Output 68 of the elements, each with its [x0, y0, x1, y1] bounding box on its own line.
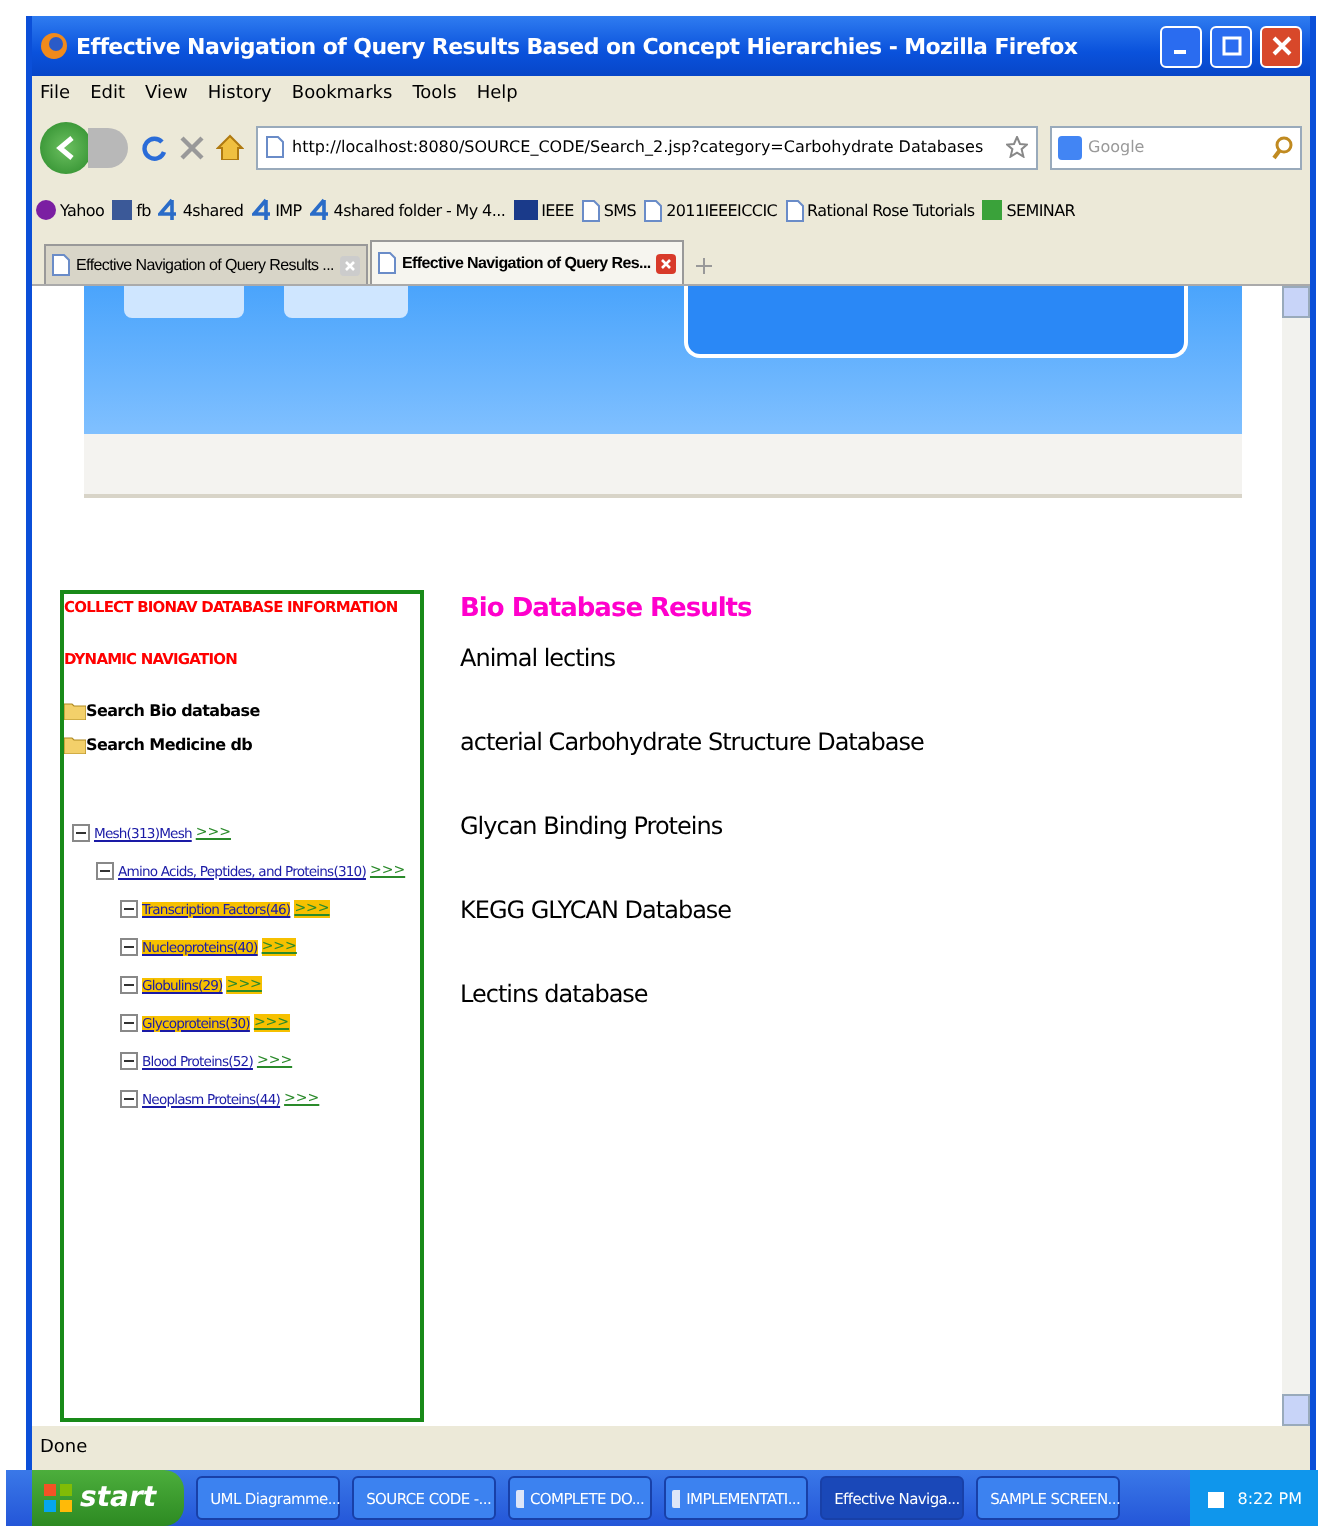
page-icon — [581, 199, 600, 221]
home-icon[interactable] — [216, 134, 244, 160]
url-text: http://localhost:8080/SOURCE_CODE/Search_2.jsp?category=Carbohydrate Databases — [292, 138, 986, 156]
star-icon[interactable] — [1006, 136, 1028, 158]
minimize-button[interactable] — [1160, 25, 1202, 67]
page-icon — [266, 136, 284, 158]
window-title: Effective Navigation of Query Results Based on Concept Hierarchies - Mozilla Firefox — [76, 33, 1080, 59]
result-item[interactable]: Glycan Binding Proteins — [460, 812, 723, 840]
window-icon — [672, 1489, 681, 1507]
result-item[interactable]: Animal lectins — [460, 644, 616, 672]
bookmark-link[interactable]: IMP — [275, 201, 302, 219]
maximize-icon — [1221, 36, 1241, 56]
menu-item[interactable]: Help — [476, 83, 518, 103]
bookmark-link[interactable]: 2011IEEEICCIC — [666, 201, 778, 219]
page-icon — [644, 199, 663, 221]
four-icon — [309, 198, 330, 222]
folder-link[interactable]: Search Medicine db — [86, 736, 253, 754]
menu-item[interactable]: Edit — [90, 83, 125, 103]
browser-icon — [40, 32, 68, 60]
page-icon — [785, 199, 804, 221]
four-icon — [251, 198, 272, 222]
four-icon — [158, 198, 179, 222]
bookmark-link[interactable]: fb — [136, 201, 151, 219]
bookmark-link[interactable]: Yahoo — [60, 201, 105, 219]
bookmark-link[interactable]: 4shared folder - My 4... — [333, 201, 506, 219]
menu-item[interactable]: Tools — [412, 83, 457, 103]
folder-icon — [64, 736, 86, 754]
close-icon[interactable] — [656, 253, 677, 273]
stop-icon[interactable] — [180, 135, 204, 159]
close-icon — [1271, 36, 1291, 56]
menu-item[interactable]: View — [145, 83, 188, 103]
collapse-icon[interactable] — [120, 938, 138, 956]
folder-link[interactable]: Search Bio database — [86, 702, 260, 720]
browser-tab[interactable]: Effective Navigation of Query Results ... — [44, 244, 368, 284]
back-button[interactable] — [40, 121, 92, 173]
page-icon — [52, 254, 70, 276]
bookmark-link[interactable]: IEEE — [541, 201, 574, 219]
clock: 8:22 PM — [1237, 1489, 1302, 1507]
collapse-icon[interactable] — [96, 862, 114, 880]
search-icon[interactable] — [1272, 135, 1294, 159]
browser-tab[interactable]: Effective Navigation of Query Res... — [369, 240, 685, 284]
page-icon — [377, 252, 396, 274]
start-button[interactable]: start — [32, 1470, 185, 1526]
result-item[interactable]: Lectins database — [460, 980, 648, 1008]
collapse-icon[interactable] — [120, 976, 138, 994]
bookmark-link[interactable]: SEMINAR — [1006, 201, 1076, 219]
result-item[interactable]: KEGG GLYCAN Database — [460, 896, 732, 924]
collapse-icon[interactable] — [120, 1052, 138, 1070]
close-button[interactable] — [1260, 25, 1302, 67]
bookmark-link[interactable]: Rational Rose Tutorials — [807, 201, 975, 219]
address-field[interactable]: http://localhost:8080/SOURCE_CODE/Search_2.jsp?category=Carbohydrate Databases — [256, 125, 1038, 169]
menu-item[interactable]: File — [40, 83, 71, 103]
folder-icon — [64, 702, 86, 720]
reload-icon[interactable] — [140, 133, 168, 161]
collapse-icon[interactable] — [72, 824, 90, 842]
result-item[interactable]: acterial Carbohydrate Structure Database — [460, 728, 924, 756]
windows-logo-icon — [44, 1484, 72, 1512]
bookmark-link[interactable]: SMS — [603, 201, 637, 219]
bookmark-link[interactable]: 4shared — [182, 201, 244, 219]
collapse-icon[interactable] — [120, 1014, 138, 1032]
menu-item[interactable]: History — [207, 83, 272, 103]
window-icon — [516, 1489, 524, 1507]
maximize-button[interactable] — [1210, 25, 1252, 67]
status-text: Done — [40, 1438, 88, 1458]
results-title: Bio Database Results — [460, 594, 754, 624]
collapse-icon[interactable] — [120, 900, 138, 918]
collapse-icon[interactable] — [120, 1090, 138, 1108]
menu-item[interactable]: Bookmarks — [291, 83, 393, 103]
